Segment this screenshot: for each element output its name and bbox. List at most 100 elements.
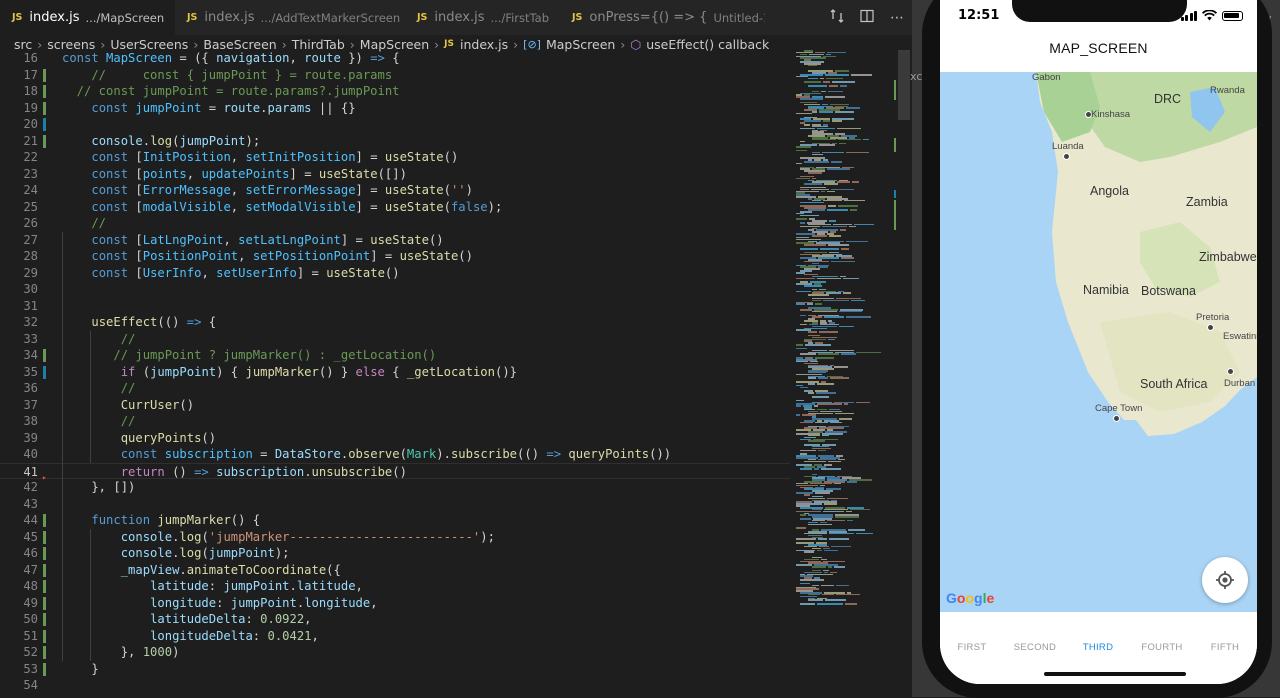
code-line[interactable]: 43 [0, 496, 790, 513]
line-number[interactable]: 30 [0, 281, 38, 298]
line-number[interactable]: 43 [0, 496, 38, 513]
line-number[interactable]: 44 [0, 512, 38, 529]
code-text[interactable]: // [62, 413, 136, 430]
git-change-marker[interactable] [43, 349, 46, 362]
line-number[interactable]: 48 [0, 578, 38, 595]
line-number[interactable]: 53 [0, 661, 38, 678]
code-line[interactable]: 51 longitudeDelta: 0.0421, [0, 628, 790, 645]
git-change-marker[interactable] [43, 646, 46, 659]
code-line[interactable]: 35 if (jumpPoint) { jumpMarker() } else … [0, 364, 790, 381]
code-line[interactable]: 17 // const { jumpPoint } = route.params [0, 67, 790, 84]
code-text[interactable]: latitude: jumpPoint.latitude, [62, 578, 363, 595]
code-text[interactable]: // [62, 215, 106, 232]
code-text[interactable]: useEffect(() => { [62, 314, 216, 331]
code-line[interactable]: 16 const MapScreen = ({ navigation, route… [0, 50, 790, 67]
tab-mapscreen[interactable]: JS index.js .../MapScreen [0, 0, 175, 35]
code-line[interactable]: 20 [0, 116, 790, 133]
git-change-marker[interactable] [43, 68, 46, 82]
git-change-marker[interactable] [43, 563, 46, 577]
git-change-marker[interactable] [43, 118, 46, 131]
code-line[interactable]: 41 return () => subscription.unsubscribe… [0, 462, 790, 479]
line-number[interactable]: 52 [0, 644, 38, 661]
code-text[interactable]: const MapScreen = ({ navigation, route }… [62, 50, 400, 67]
line-number[interactable]: 23 [0, 166, 38, 183]
breakpoint-arrow-icon[interactable]: ▸ [42, 474, 47, 482]
code-line[interactable]: 36 // [0, 380, 790, 397]
line-number[interactable]: 46 [0, 545, 38, 562]
code-line[interactable]: 28 const [PositionPoint, setPositionPoin… [0, 248, 790, 265]
code-line[interactable]: 18 // const jumpPoint = route.params?.ju… [0, 83, 790, 100]
compare-changes-icon[interactable] [822, 8, 852, 27]
git-change-marker[interactable] [43, 101, 46, 115]
line-number[interactable]: 22 [0, 149, 38, 166]
code-text[interactable]: // [62, 331, 136, 348]
code-text[interactable]: } [62, 661, 98, 678]
code-line[interactable]: 48 latitude: jumpPoint.latitude, [0, 578, 790, 595]
code-text[interactable]: const subscription = DataStore.observe(M… [62, 446, 671, 463]
code-text[interactable]: const [InitPosition, setInitPosition] = … [62, 149, 458, 166]
code-line[interactable]: 52 }, 1000) [0, 644, 790, 661]
line-number[interactable]: 51 [0, 628, 38, 645]
git-change-marker[interactable] [43, 596, 46, 610]
tab-third[interactable]: THIRD [1068, 642, 1128, 653]
code-text[interactable]: // const { jumpPoint } = route.params [62, 67, 392, 84]
line-number[interactable]: 50 [0, 611, 38, 628]
tab-untitled-1[interactable]: JS onPress={() => { Untitled-1 [560, 0, 765, 35]
tab-fourth[interactable]: FOURTH [1132, 642, 1192, 653]
code-text[interactable]: console.log('jumpMarker-----------------… [62, 529, 495, 546]
code-line[interactable]: 47 _mapView.animateToCoordinate({ [0, 562, 790, 579]
line-number[interactable]: 28 [0, 248, 38, 265]
line-number[interactable]: 39 [0, 430, 38, 447]
tab-second[interactable]: SECOND [1005, 642, 1065, 653]
code-text[interactable]: function jumpMarker() { [62, 512, 260, 529]
line-number[interactable]: 45 [0, 529, 38, 546]
tab-firsttab[interactable]: JS index.js .../FirstTab [405, 0, 560, 35]
split-editor-icon[interactable] [852, 9, 882, 27]
code-text[interactable]: if (jumpPoint) { jumpMarker() } else { _… [62, 364, 517, 381]
line-number[interactable]: 38 [0, 413, 38, 430]
git-change-marker[interactable] [43, 662, 46, 676]
line-number[interactable]: 27 [0, 232, 38, 249]
line-number[interactable]: 33 [0, 331, 38, 348]
line-number[interactable]: 47 [0, 562, 38, 579]
code-line[interactable]: 21 console.log(jumpPoint); [0, 133, 790, 150]
code-text[interactable]: const [points, updatePoints] = useState(… [62, 166, 407, 183]
code-line[interactable]: 25 const [modalVisible, setModalVisible]… [0, 199, 790, 216]
code-text[interactable]: queryPoints() [62, 430, 216, 447]
code-area[interactable]: 16 const MapScreen = ({ navigation, route… [0, 50, 790, 697]
code-line[interactable]: 46 console.log(jumpPoint); [0, 545, 790, 562]
tab-first[interactable]: FIRST [942, 642, 1002, 653]
my-location-button[interactable] [1202, 557, 1248, 603]
code-line[interactable]: 33 // [0, 331, 790, 348]
code-text[interactable]: longitude: jumpPoint.longitude, [62, 595, 378, 612]
line-number[interactable]: 42 [0, 479, 38, 496]
code-line[interactable]: 44 function jumpMarker() { [0, 512, 790, 529]
code-text[interactable]: // const jumpPoint = route.params?.jumpP… [62, 83, 400, 100]
code-line[interactable]: 38 // [0, 413, 790, 430]
line-number[interactable]: 40 [0, 446, 38, 463]
code-text[interactable]: // [62, 380, 136, 397]
line-number[interactable]: 31 [0, 298, 38, 315]
line-number[interactable]: 35 [0, 364, 38, 381]
line-number[interactable]: 49 [0, 595, 38, 612]
git-change-marker[interactable] [43, 547, 46, 560]
line-number[interactable]: 20 [0, 116, 38, 133]
code-line[interactable]: 32 useEffect(() => { [0, 314, 790, 331]
git-change-marker[interactable] [43, 365, 46, 379]
code-text[interactable]: }, 1000) [62, 644, 180, 661]
code-text[interactable]: }, []) [62, 479, 135, 496]
code-text[interactable]: const [LatLngPoint, setLatLngPoint] = us… [62, 232, 443, 249]
line-number[interactable]: 16 [0, 50, 38, 67]
line-number[interactable]: 29 [0, 265, 38, 282]
code-text[interactable]: // jumpPoint ? jumpMarker() : _getLocati… [62, 347, 436, 364]
code-line[interactable]: 45 console.log('jumpMarker--------------… [0, 529, 790, 546]
code-line[interactable]: 19 const jumpPoint = route.params || {} [0, 100, 790, 117]
line-number[interactable]: 19 [0, 100, 38, 117]
code-line[interactable]: 27 const [LatLngPoint, setLatLngPoint] =… [0, 232, 790, 249]
line-number[interactable]: 34 [0, 347, 38, 364]
line-number[interactable]: 32 [0, 314, 38, 331]
code-line[interactable]: 39 queryPoints() [0, 430, 790, 447]
code-line[interactable]: 30 [0, 281, 790, 298]
code-line[interactable]: 23 const [points, updatePoints] = useSta… [0, 166, 790, 183]
vertical-scrollbar[interactable] [898, 50, 912, 697]
